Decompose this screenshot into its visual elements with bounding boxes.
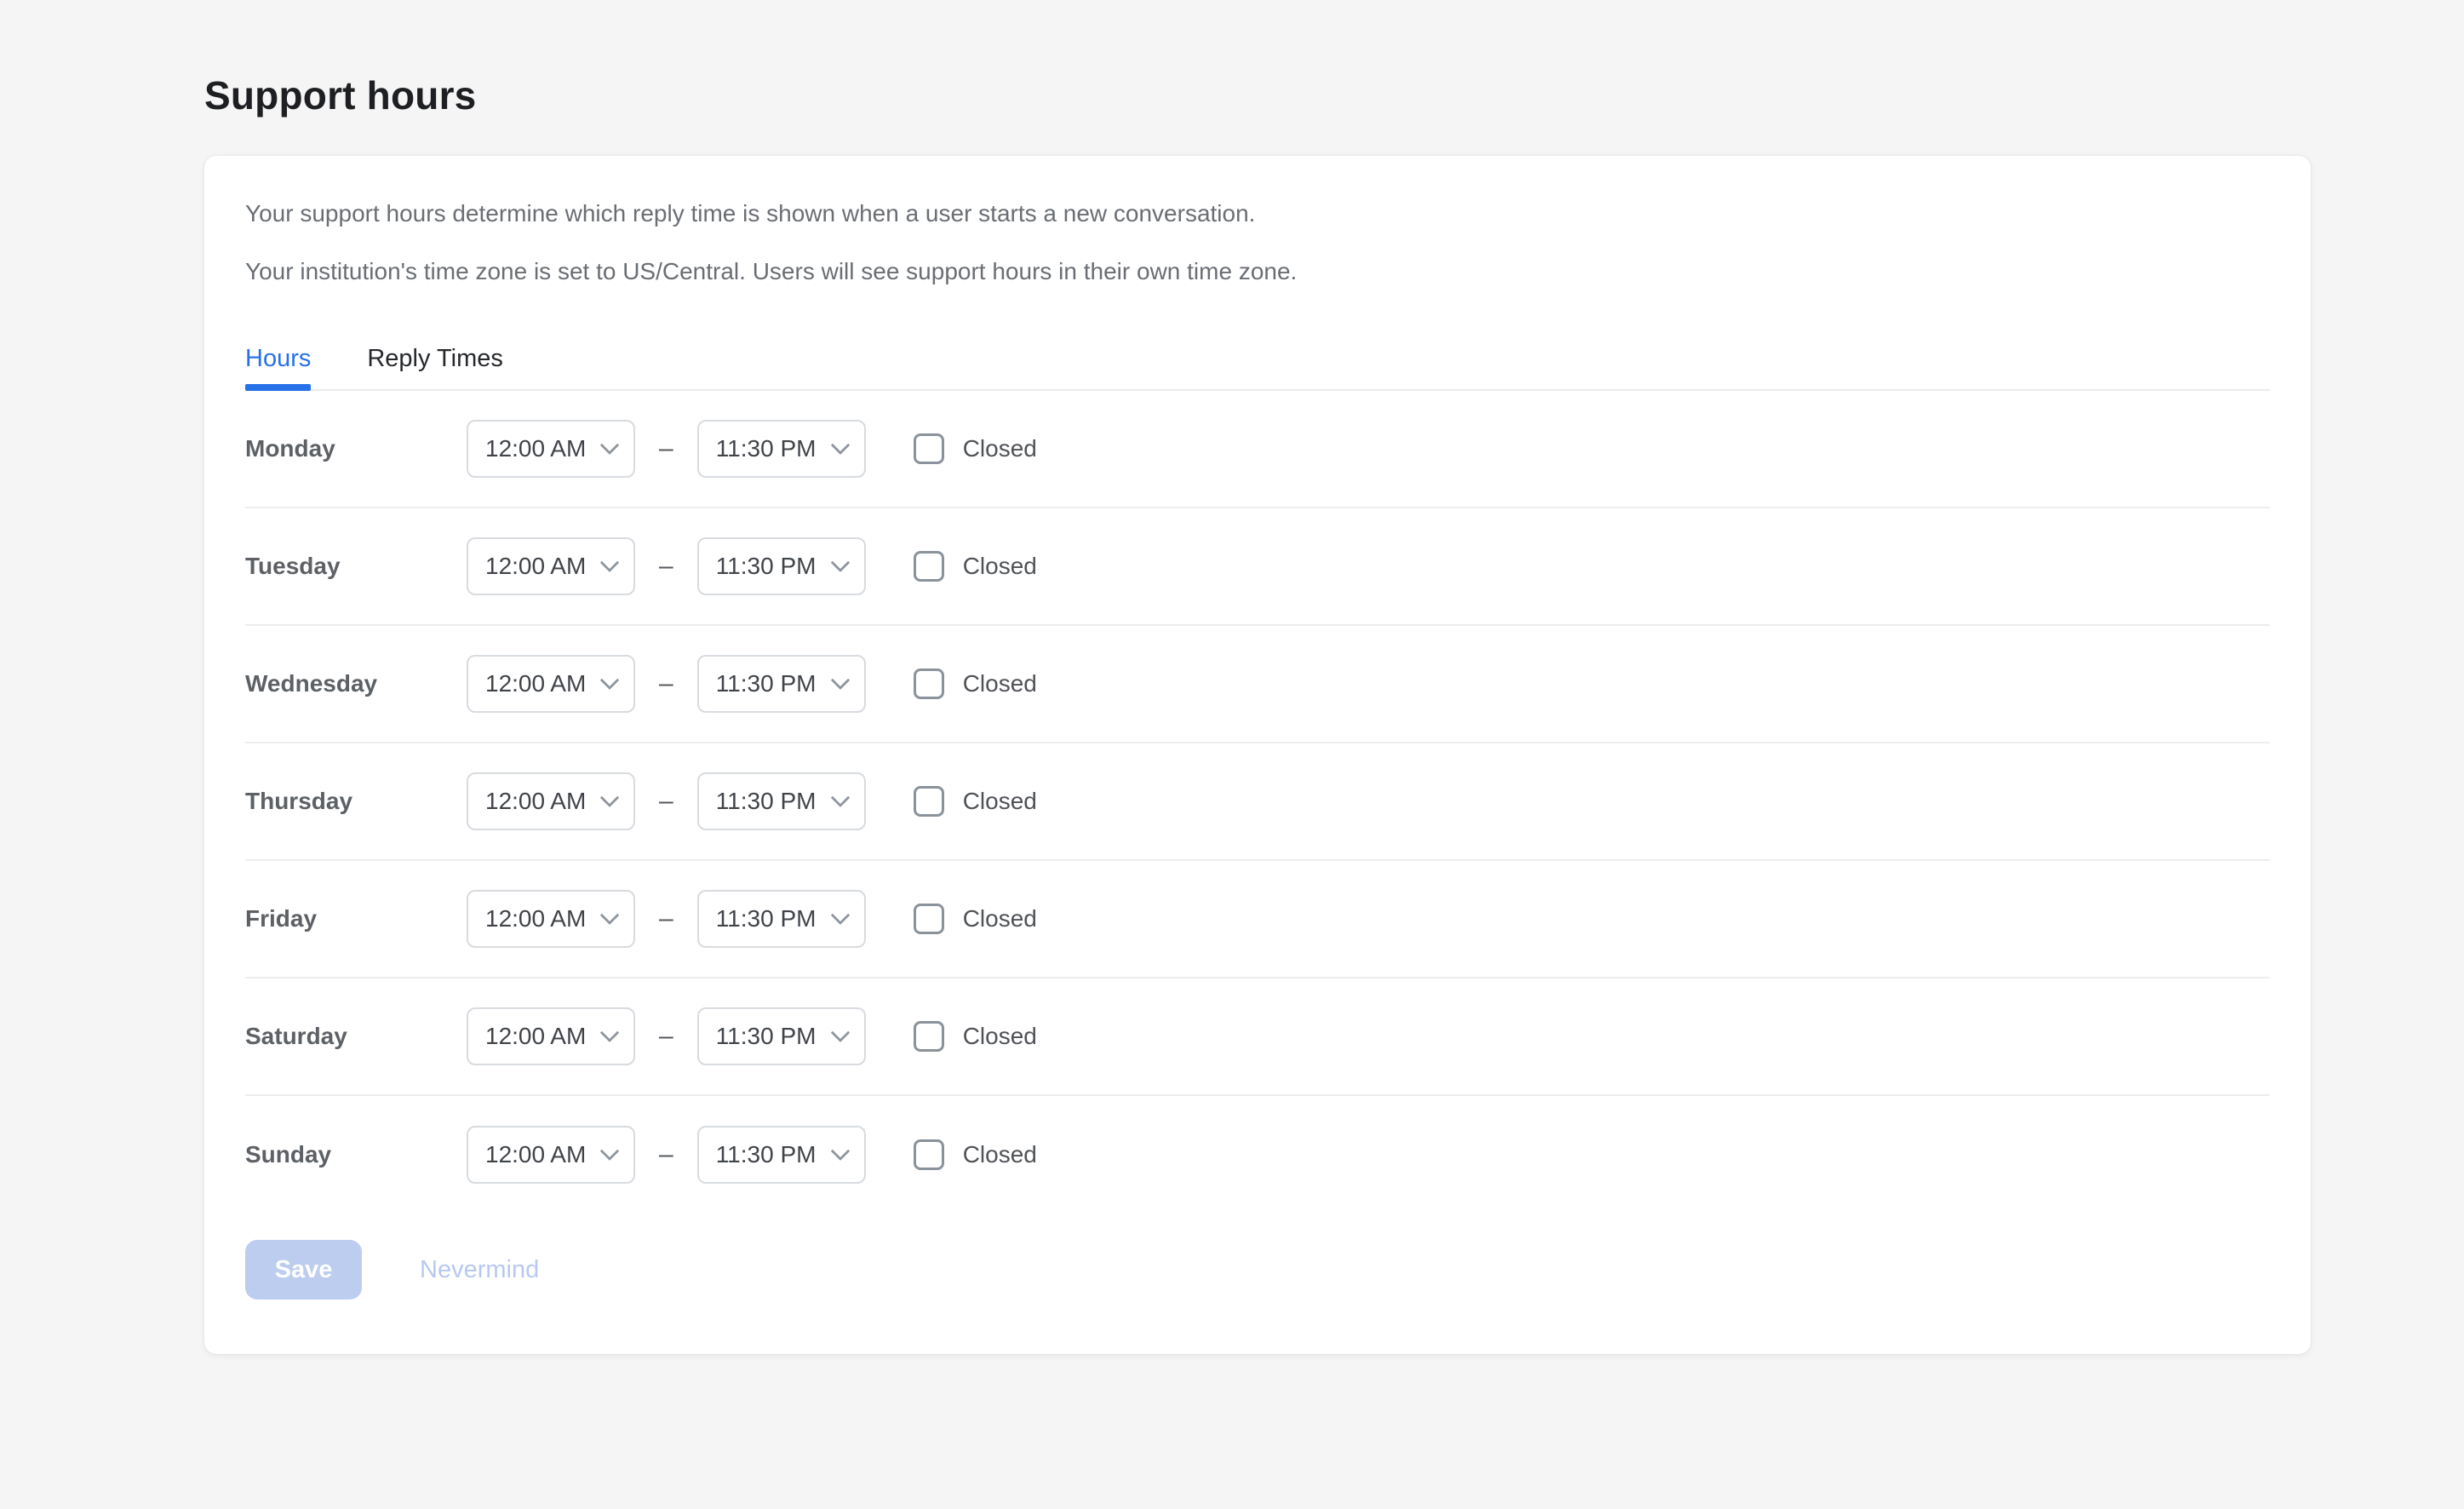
end-time-select[interactable]: 11:30 PM (697, 1007, 866, 1065)
time-range-separator: – (659, 1140, 673, 1169)
support-hours-description: Your support hours determine which reply… (245, 197, 2270, 231)
day-label: Thursday (245, 788, 467, 815)
closed-label: Closed (963, 1023, 1037, 1050)
start-time-value: 12:00 AM (485, 435, 586, 462)
chevron-down-icon (600, 905, 620, 925)
schedule-row-sunday: Sunday 12:00 AM – 11:30 PM Closed (245, 1096, 2270, 1214)
nevermind-link[interactable]: Nevermind (420, 1256, 539, 1284)
closed-checkbox[interactable] (914, 1139, 944, 1170)
chevron-down-icon (600, 1141, 620, 1161)
closed-checkbox[interactable] (914, 668, 944, 699)
chevron-down-icon (830, 1023, 850, 1042)
timezone-description: Your institution's time zone is set to U… (245, 255, 2270, 289)
schedule-row-monday: Monday 12:00 AM – 11:30 PM Closed (245, 391, 2270, 508)
day-label: Tuesday (245, 553, 467, 580)
closed-checkbox[interactable] (914, 433, 944, 464)
time-range-separator: – (659, 434, 673, 463)
support-hours-page: Support hours Your support hours determi… (0, 0, 2464, 1509)
closed-label: Closed (963, 1141, 1037, 1168)
start-time-select[interactable]: 12:00 AM (467, 772, 635, 830)
start-time-select[interactable]: 12:00 AM (467, 890, 635, 948)
time-range-separator: – (659, 904, 673, 933)
end-time-select[interactable]: 11:30 PM (697, 420, 866, 478)
closed-checkbox[interactable] (914, 786, 944, 817)
chevron-down-icon (600, 788, 620, 807)
end-time-select[interactable]: 11:30 PM (697, 1126, 866, 1184)
time-range-separator: – (659, 669, 673, 698)
end-time-value: 11:30 PM (716, 1023, 817, 1050)
tab-hours[interactable]: Hours (245, 341, 311, 389)
chevron-down-icon (830, 435, 850, 455)
schedule-row-tuesday: Tuesday 12:00 AM – 11:30 PM Closed (245, 508, 2270, 626)
chevron-down-icon (830, 553, 850, 572)
schedule-row-friday: Friday 12:00 AM – 11:30 PM Closed (245, 861, 2270, 978)
end-time-value: 11:30 PM (716, 788, 817, 815)
hours-schedule: Monday 12:00 AM – 11:30 PM Closed Tuesda… (245, 391, 2270, 1214)
closed-checkbox[interactable] (914, 551, 944, 582)
chevron-down-icon (600, 553, 620, 572)
chevron-down-icon (600, 1023, 620, 1042)
time-range-separator: – (659, 552, 673, 581)
start-time-select[interactable]: 12:00 AM (467, 1126, 635, 1184)
closed-checkbox[interactable] (914, 1021, 944, 1052)
schedule-row-saturday: Saturday 12:00 AM – 11:30 PM Closed (245, 978, 2270, 1096)
start-time-value: 12:00 AM (485, 905, 586, 932)
start-time-select[interactable]: 12:00 AM (467, 1007, 635, 1065)
tab-reply-times[interactable]: Reply Times (367, 341, 503, 389)
chevron-down-icon (830, 905, 850, 925)
schedule-row-wednesday: Wednesday 12:00 AM – 11:30 PM Closed (245, 626, 2270, 743)
day-label: Friday (245, 905, 467, 932)
chevron-down-icon (600, 435, 620, 455)
tab-bar: Hours Reply Times (245, 341, 2270, 391)
closed-label: Closed (963, 670, 1037, 697)
support-hours-card: Your support hours determine which reply… (204, 156, 2311, 1354)
end-time-select[interactable]: 11:30 PM (697, 655, 866, 713)
end-time-value: 11:30 PM (716, 553, 817, 580)
end-time-select[interactable]: 11:30 PM (697, 890, 866, 948)
end-time-select[interactable]: 11:30 PM (697, 772, 866, 830)
closed-checkbox[interactable] (914, 904, 944, 934)
chevron-down-icon (830, 1141, 850, 1161)
form-actions: Save Nevermind (245, 1240, 2270, 1300)
day-label: Wednesday (245, 670, 467, 697)
time-range-separator: – (659, 1022, 673, 1051)
page-title: Support hours (204, 72, 476, 119)
start-time-value: 12:00 AM (485, 553, 586, 580)
start-time-select[interactable]: 12:00 AM (467, 655, 635, 713)
save-button[interactable]: Save (245, 1240, 362, 1300)
start-time-value: 12:00 AM (485, 1023, 586, 1050)
closed-label: Closed (963, 905, 1037, 932)
time-range-separator: – (659, 787, 673, 816)
end-time-value: 11:30 PM (716, 905, 817, 932)
chevron-down-icon (830, 670, 850, 690)
day-label: Sunday (245, 1141, 467, 1168)
end-time-value: 11:30 PM (716, 435, 817, 462)
day-label: Monday (245, 435, 467, 462)
closed-label: Closed (963, 435, 1037, 462)
closed-label: Closed (963, 788, 1037, 815)
start-time-value: 12:00 AM (485, 1141, 586, 1168)
schedule-row-thursday: Thursday 12:00 AM – 11:30 PM Closed (245, 743, 2270, 861)
day-label: Saturday (245, 1023, 467, 1050)
chevron-down-icon (600, 670, 620, 690)
start-time-select[interactable]: 12:00 AM (467, 537, 635, 595)
start-time-value: 12:00 AM (485, 788, 586, 815)
start-time-select[interactable]: 12:00 AM (467, 420, 635, 478)
chevron-down-icon (830, 788, 850, 807)
end-time-value: 11:30 PM (716, 1141, 817, 1168)
start-time-value: 12:00 AM (485, 670, 586, 697)
end-time-select[interactable]: 11:30 PM (697, 537, 866, 595)
end-time-value: 11:30 PM (716, 670, 817, 697)
closed-label: Closed (963, 553, 1037, 580)
